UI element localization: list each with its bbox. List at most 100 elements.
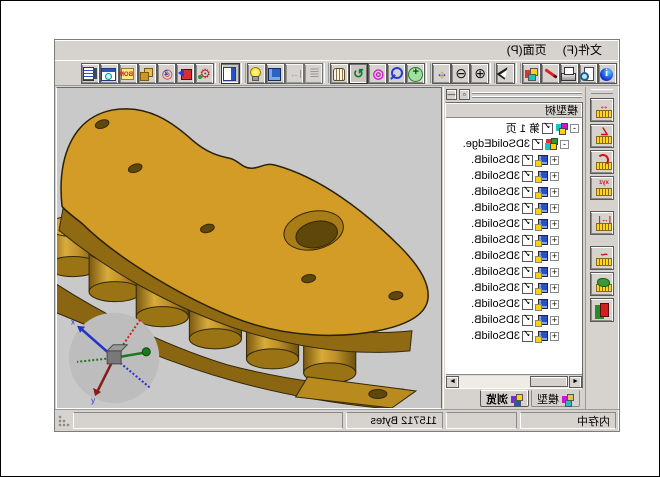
light-bulb-button[interactable] [247,63,266,84]
measure-radius-button[interactable] [590,150,614,174]
visibility-checkbox[interactable] [522,251,533,262]
toolbar-grab-handle[interactable] [591,89,613,94]
paste-add-icon [178,66,193,81]
tree-rows: -第 1 页-3DSolidEdge.+3DSolidB.+3DSolidB.+… [446,118,582,374]
menu-item[interactable]: 页面(P) [499,40,555,60]
tree-row[interactable]: +3DSolidB. [446,168,582,184]
measure-volume-icon [595,301,613,319]
paste-add-button[interactable] [176,63,195,84]
tab-browse[interactable]: 浏览 [480,390,529,407]
shade-cube-icon [268,66,283,81]
visibility-checkbox[interactable] [532,139,543,150]
orbit-button[interactable] [368,63,387,84]
panel-minimize-button[interactable]: — [446,89,457,100]
printer-button[interactable] [560,63,579,84]
measure-length-button[interactable] [590,98,614,122]
plus-expander[interactable]: + [550,300,559,309]
orbit-icon [370,66,385,81]
bom-table-button[interactable]: BOM [119,63,138,84]
gears-button[interactable] [195,63,214,84]
visibility-checkbox[interactable] [522,203,533,214]
visibility-checkbox[interactable] [522,331,533,342]
visibility-checkbox[interactable] [522,235,533,246]
tree-row[interactable]: -3DSolidEdge. [446,136,582,152]
tree-row[interactable]: +3DSolidB. [446,200,582,216]
print-preview-button[interactable] [579,63,598,84]
pan-move-button[interactable] [432,63,451,84]
plus-expander[interactable]: + [550,316,559,325]
plus-expander[interactable]: + [550,332,559,341]
visibility-checkbox[interactable] [522,315,533,326]
measure-angle-button[interactable] [590,124,614,148]
tree-row[interactable]: +3DSolidB. [446,328,582,344]
measure-area-button[interactable] [590,272,614,296]
measure-volume-button[interactable] [590,298,614,322]
menu-item[interactable]: 文件(F) [555,40,610,60]
zoom-in-button[interactable] [470,63,489,84]
tree-row[interactable]: +3DSolidB. [446,152,582,168]
visibility-checkbox[interactable] [522,283,533,294]
tab-model[interactable]: 模型 [531,390,580,407]
minus-expander[interactable]: - [560,140,569,149]
zoom-out-button[interactable] [451,63,470,84]
visibility-checkbox[interactable] [522,219,533,230]
plus-expander[interactable]: + [550,188,559,197]
minus-expander[interactable]: - [570,124,579,133]
annotate-pen-button[interactable] [541,63,560,84]
document-tree-icon [83,66,98,81]
scrollbar-thumb[interactable] [530,376,568,387]
visibility-checkbox[interactable] [522,155,533,166]
measure-coordinate-button[interactable]: xyz [590,176,614,200]
plus-expander[interactable]: + [550,220,559,229]
tree-row[interactable]: +3DSolidB. [446,216,582,232]
zoom-dynamic-button[interactable] [406,63,425,84]
tree-row[interactable]: +3DSolidB. [446,312,582,328]
panel-grab-handle[interactable] [472,92,582,98]
tree-row[interactable]: +3DSolidB. [446,296,582,312]
measure-distance-button[interactable] [590,211,614,235]
orientation-triad[interactable]: x y [69,313,159,405]
tree-row[interactable]: +3DSolidB. [446,264,582,280]
rotate-button[interactable] [349,63,368,84]
panel-restore-button[interactable]: ▫ [459,89,470,100]
zoom-pointer-button[interactable] [387,63,406,84]
rotate-center-button[interactable] [157,63,176,84]
visibility-checkbox[interactable] [542,123,553,134]
resize-grip[interactable] [58,415,70,427]
scrollbar-track[interactable] [459,376,569,388]
model-tree-panel: ▫ — 模型树 -第 1 页-3DSolidEdge.+3DSolidB.+3D… [443,87,584,409]
tree-row[interactable]: +3DSolidB. [446,248,582,264]
plus-expander[interactable]: + [550,284,559,293]
shade-cube-button[interactable] [266,63,285,84]
tree-horizontal-scrollbar[interactable]: ◄ ► [446,374,582,388]
plus-expander[interactable]: + [550,204,559,213]
tree-row[interactable]: -第 1 页 [446,120,582,136]
visibility-checkbox[interactable] [522,299,533,310]
find-window-button[interactable] [100,63,119,84]
plus-expander[interactable]: + [550,268,559,277]
scroll-right-button[interactable]: ► [446,376,459,388]
info-button[interactable] [598,63,617,84]
triad-label-b: y [91,396,95,405]
plus-expander[interactable]: + [550,252,559,261]
tree-row[interactable]: +3DSolidB. [446,280,582,296]
pan-hand-button[interactable] [330,63,349,84]
tree-row[interactable]: +3DSolidB. [446,232,582,248]
document-tree-button[interactable] [81,63,100,84]
viewport-3d[interactable]: x y [56,87,442,409]
tree-panel-toggle-button[interactable] [221,63,240,84]
render-colors-button[interactable] [522,63,541,84]
scroll-left-button[interactable]: ◄ [569,376,582,388]
plus-expander[interactable]: + [550,156,559,165]
select-arrow-button[interactable] [496,63,515,84]
tree-row[interactable]: +3DSolidB. [446,184,582,200]
visibility-checkbox[interactable] [522,267,533,278]
visibility-checkbox[interactable] [522,171,533,182]
plus-expander[interactable]: + [550,172,559,181]
layers-button[interactable] [304,63,323,84]
measure-curve-button[interactable] [590,246,614,270]
plus-expander[interactable]: + [550,236,559,245]
visibility-checkbox[interactable] [522,187,533,198]
dimension-button[interactable] [285,63,304,84]
blocks-button[interactable] [138,63,157,84]
